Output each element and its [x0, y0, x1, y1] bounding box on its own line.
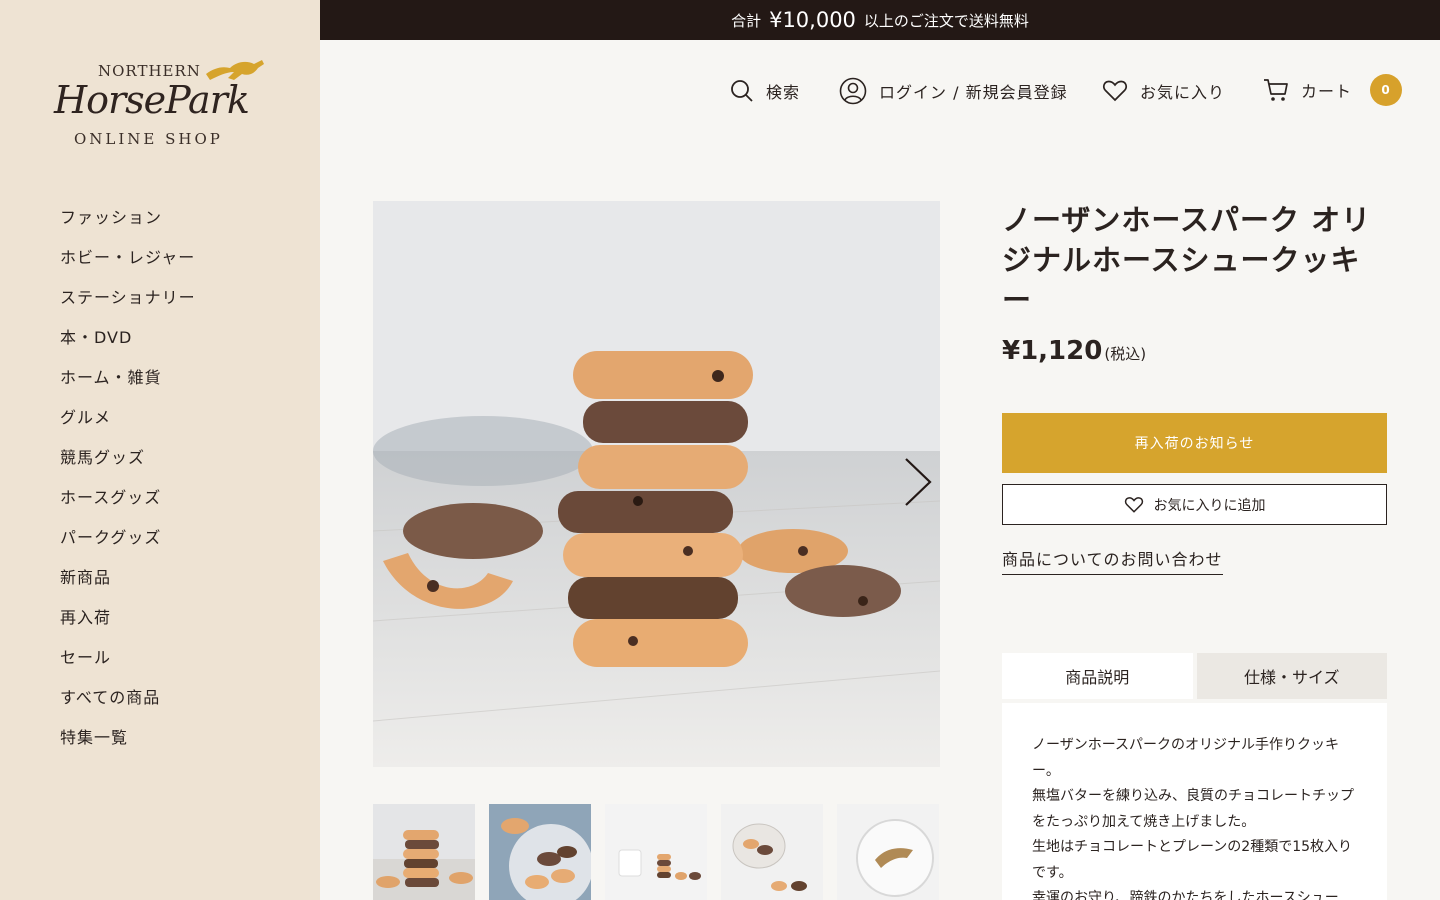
search-icon [731, 80, 753, 102]
restock-notify-button[interactable]: 再入荷のお知らせ [1002, 413, 1387, 473]
sidebar-item-racing-goods[interactable]: 競馬グッズ [60, 446, 196, 486]
tax-note: (税込) [1104, 345, 1147, 363]
thumbnail-5[interactable] [837, 804, 939, 900]
product-inquiry-link[interactable]: 商品についてのお問い合わせ [1002, 546, 1223, 575]
banner-prefix: 合計 [731, 11, 762, 30]
thumbnail-strip [373, 804, 939, 900]
sidebar-item-home-goods[interactable]: ホーム・雑貨 [60, 366, 196, 406]
heart-icon [1124, 496, 1143, 513]
product-title: ノーザンホースパーク オリジナルホースシュークッキー [1002, 203, 1372, 317]
sidebar-item-stationery[interactable]: ステーショナリー [60, 286, 196, 326]
header-favorites[interactable]: お気に入り [1102, 76, 1225, 106]
sidebar-item-hobby-leisure[interactable]: ホビー・レジャー [60, 246, 196, 286]
sidebar-item-sale[interactable]: セール [60, 646, 196, 686]
banner-suffix: 以上のご注文で送料無料 [863, 11, 1029, 30]
header-cart[interactable]: カート 0 [1263, 74, 1403, 106]
logo-line-online-shop: ONLINE SHOP [74, 130, 223, 148]
thumbnail-4[interactable] [721, 804, 823, 900]
description-paragraph: 無塩バターを練り込み、良質のチョコレートチップをたっぷり加えて焼き上げました。 [1032, 788, 1354, 830]
favorites-label: お気に入り [1140, 83, 1226, 102]
sidebar-item-all-products[interactable]: すべての商品 [60, 686, 196, 726]
description-paragraph: 幸運のお守り、蹄鉄のかたちをしたホースシュー [1032, 890, 1339, 900]
description-paragraph: ノーザンホースパークのオリジナル手作りクッキー。 [1032, 737, 1340, 779]
shop-logo[interactable]: NORTHERN HorsePark ONLINE SHOP [52, 56, 272, 152]
free-shipping-banner: 合計 ¥10,000 以上のご注文で送料無料 [320, 0, 1440, 40]
product-main-image[interactable] [373, 201, 940, 767]
tab-description[interactable]: 商品説明 [1002, 653, 1193, 699]
product-price: ¥1,120 (税込) [1002, 336, 1146, 366]
add-to-favorites-label: お気に入りに追加 [1153, 497, 1266, 514]
cookie-stack-illustration [373, 201, 940, 767]
cart-count-badge: 0 [1370, 74, 1403, 106]
thumbnail-1[interactable] [373, 804, 475, 900]
cart-icon [1264, 79, 1288, 101]
sidebar-item-horse-goods[interactable]: ホースグッズ [60, 486, 196, 526]
sidebar-item-fashion[interactable]: ファッション [60, 206, 196, 246]
sidebar: NORTHERN HorsePark ONLINE SHOP ファッション ホビ… [0, 0, 320, 900]
sidebar-item-restock[interactable]: 再入荷 [60, 606, 196, 646]
sidebar-item-gourmet[interactable]: グルメ [60, 406, 196, 446]
next-image-arrow-icon[interactable] [896, 456, 936, 508]
header-login[interactable]: ログイン / 新規会員登録 [839, 76, 1068, 106]
cart-label: カート [1301, 82, 1353, 101]
price-value: ¥1,120 [1002, 336, 1103, 366]
heart-icon [1102, 80, 1128, 102]
sidebar-item-books-dvd[interactable]: 本・DVD [60, 326, 196, 366]
product-description: ノーザンホースパークのオリジナル手作りクッキー。 無塩バターを練り込み、良質のチ… [1002, 703, 1387, 900]
product-tabs: 商品説明 仕様・サイズ [1002, 653, 1387, 699]
login-label: ログイン / 新規会員登録 [879, 83, 1068, 102]
description-paragraph: 生地はチョコレートとプレーンの2種類で15枚入りです。 [1032, 839, 1353, 881]
tab-specs-size[interactable]: 仕様・サイズ [1196, 653, 1387, 699]
sidebar-item-park-goods[interactable]: パークグッズ [60, 526, 196, 566]
thumbnail-2[interactable] [489, 804, 591, 900]
logo-line-horsepark: HorsePark [54, 78, 250, 122]
thumbnail-3[interactable] [605, 804, 707, 900]
user-icon [839, 77, 867, 105]
header-search[interactable]: 検索 [730, 76, 800, 106]
sidebar-item-new[interactable]: 新商品 [60, 566, 196, 606]
search-label: 検索 [766, 83, 801, 102]
add-to-favorites-button[interactable]: お気に入りに追加 [1002, 484, 1387, 525]
category-nav: ファッション ホビー・レジャー ステーショナリー 本・DVD ホーム・雑貨 グル… [60, 206, 196, 766]
sidebar-item-features[interactable]: 特集一覧 [60, 726, 196, 766]
banner-amount: ¥10,000 [769, 8, 856, 32]
